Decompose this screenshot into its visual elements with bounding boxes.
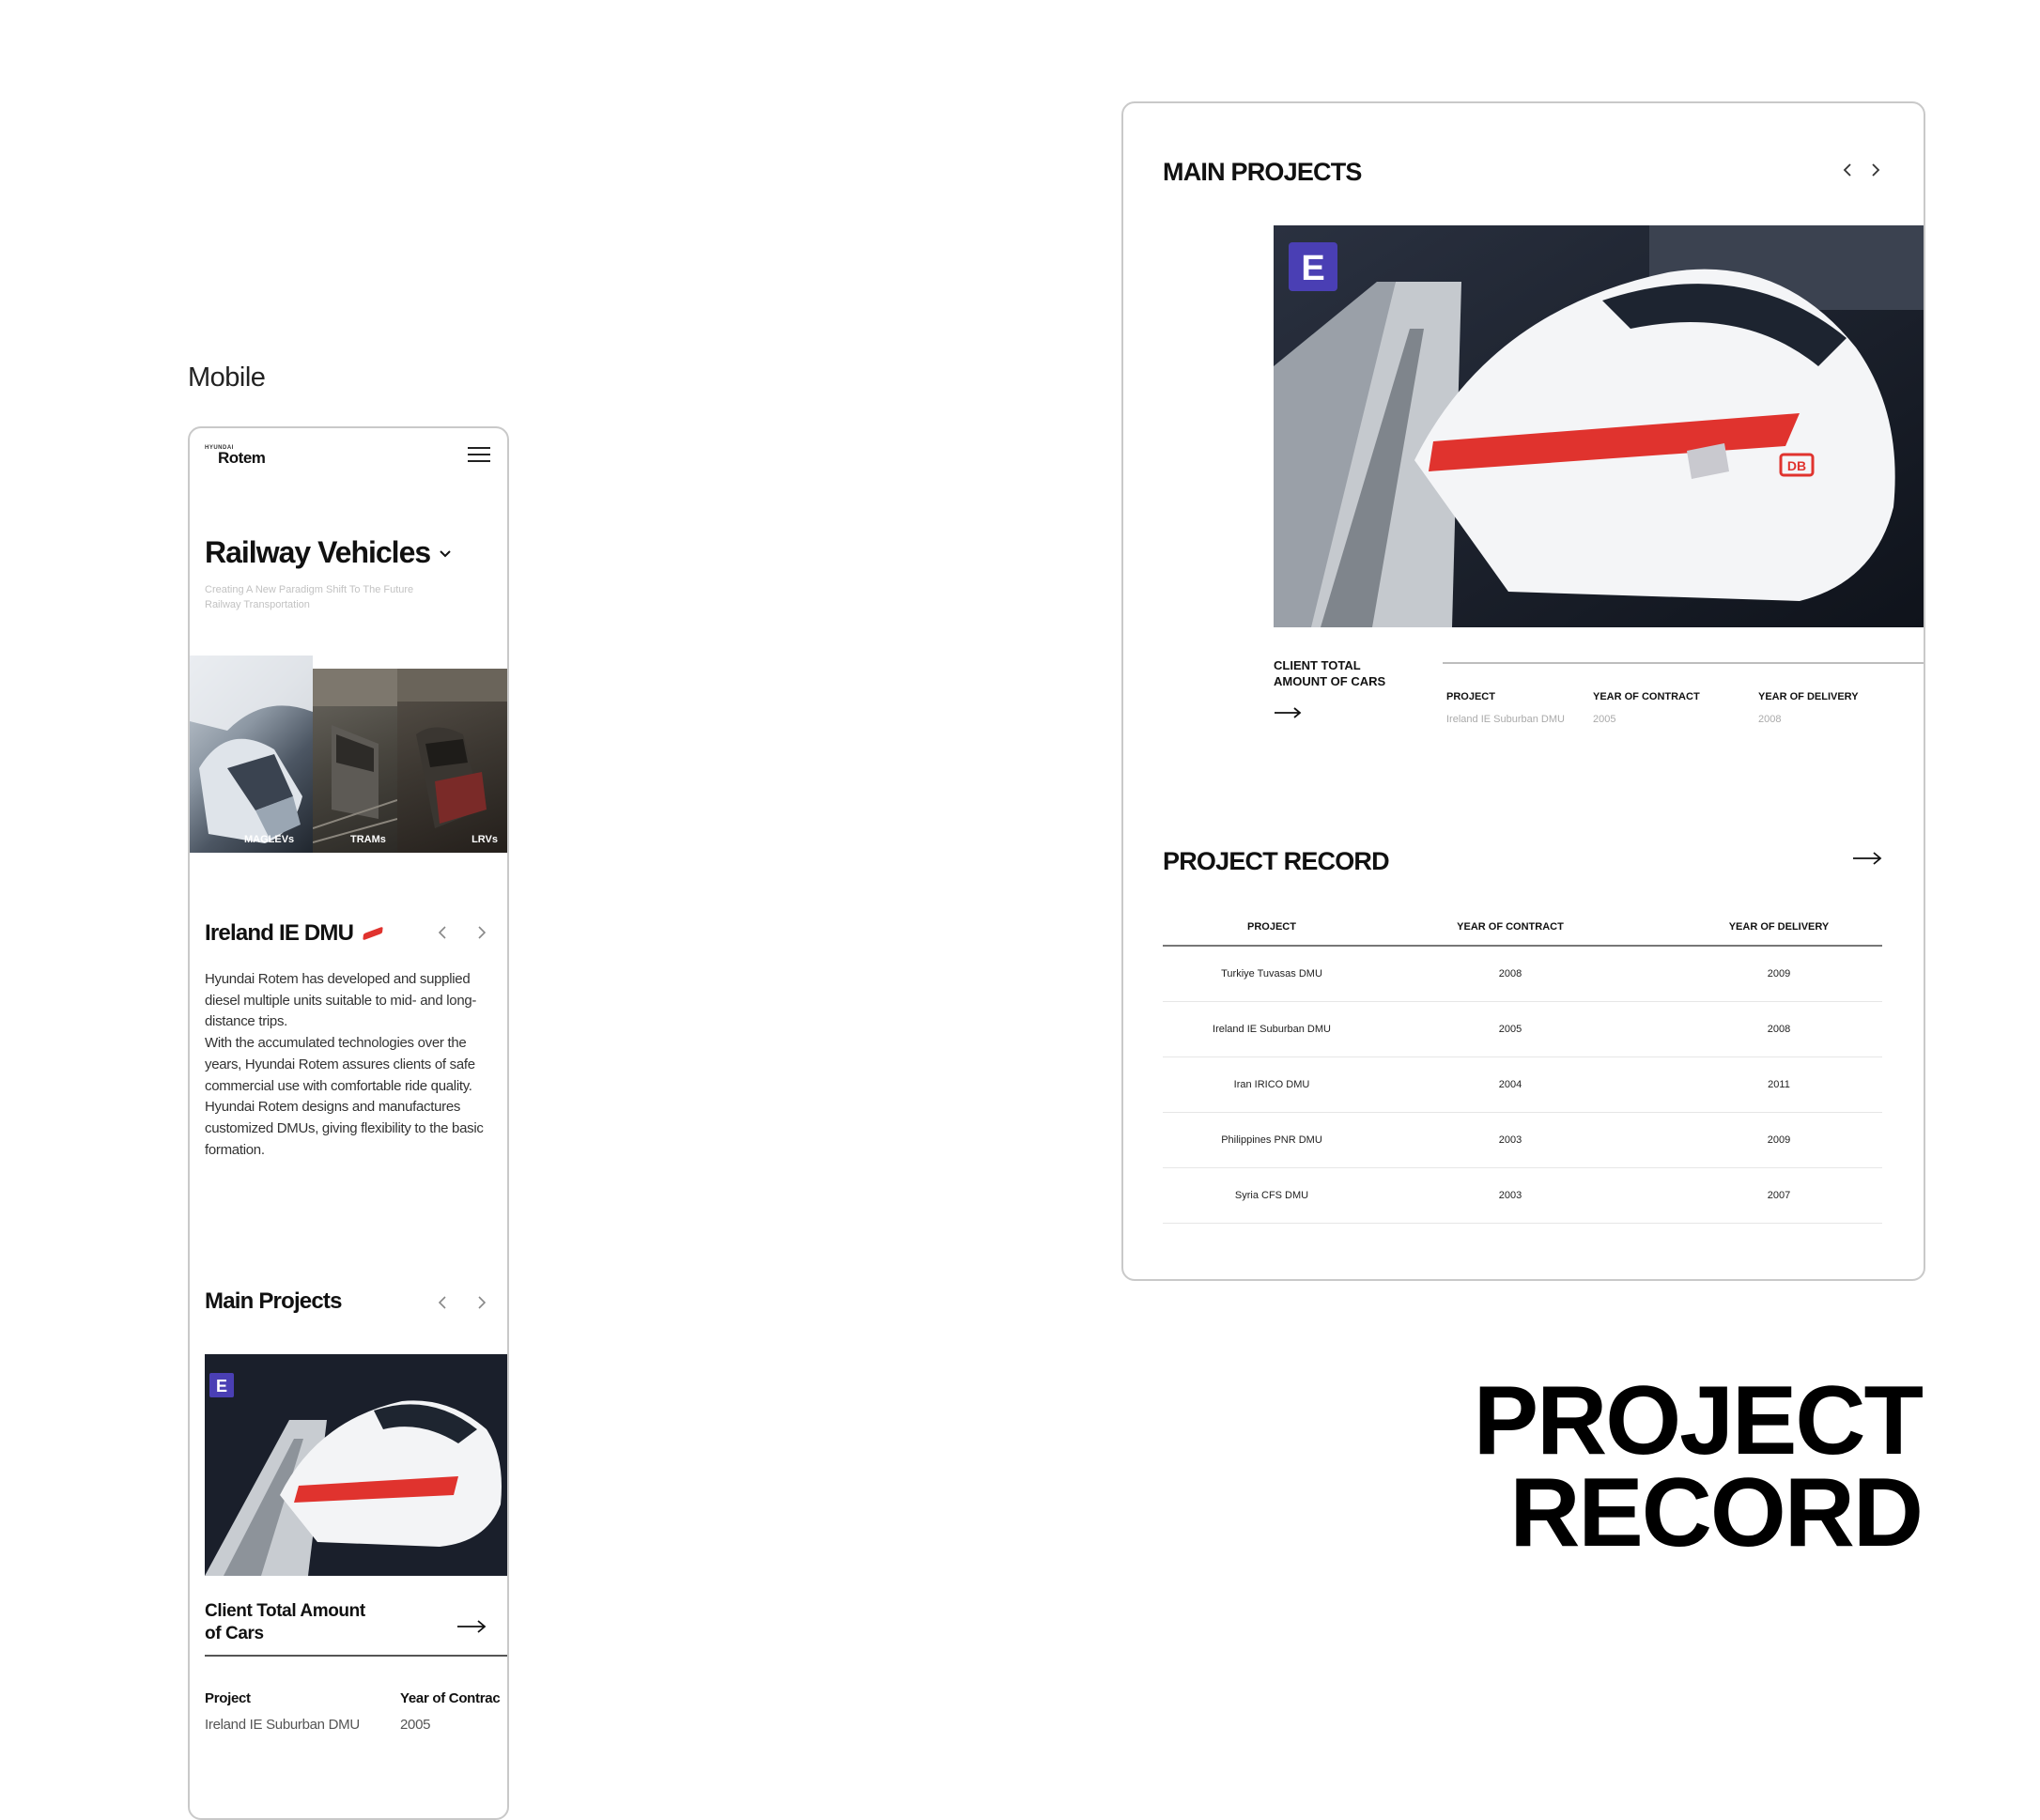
maglev-image	[190, 656, 313, 843]
category-label: LRVs	[471, 834, 498, 845]
table-row[interactable]: Turkiye Tuvasas DMU 2008 2009	[1163, 947, 1882, 1002]
desktop-frame: MAIN PROJECTS DB E CLIENT TOTAL AMOUNT O…	[1121, 101, 1925, 1281]
menu-icon[interactable]	[468, 447, 490, 466]
chevron-left-icon[interactable]	[432, 922, 453, 943]
column-header-project: Project	[205, 1690, 251, 1706]
cell-project: Ireland IE Suburban DMU	[205, 1717, 360, 1733]
platform-sign: E	[216, 1377, 227, 1396]
train-image: E	[205, 1354, 507, 1576]
column-header-project: PROJECT	[1446, 691, 1495, 702]
lrv-image	[397, 669, 507, 828]
table-row[interactable]: Philippines PNR DMU 2003 2009	[1163, 1113, 1882, 1168]
category-label: TRAMs	[350, 834, 386, 845]
cell-year-contract: 2005	[400, 1717, 431, 1733]
category-tram[interactable]: TRAMs	[313, 669, 397, 853]
cell-year-delivery: 2007	[1767, 1190, 1791, 1201]
page-subtitle: Creating A New Paradigm Shift To The Fut…	[205, 584, 414, 610]
chevron-right-icon[interactable]	[471, 922, 492, 943]
db-logo: DB	[1787, 458, 1806, 473]
divider	[205, 1655, 507, 1657]
client-label: Client Total Amount of Cars	[205, 1601, 365, 1643]
arrow-right-icon[interactable]	[1274, 706, 1302, 719]
tram-image	[313, 669, 397, 843]
main-projects-title: MAIN PROJECTS	[1163, 158, 1362, 186]
column-header-year-delivery: YEAR OF DELIVERY	[1758, 691, 1859, 702]
project-photo[interactable]: DB E	[1274, 225, 1924, 627]
project-photo[interactable]: E	[205, 1354, 507, 1576]
chevron-down-icon[interactable]	[438, 547, 453, 562]
mobile-frame: HYUNDAI Rotem Railway Vehicles Creating …	[188, 426, 509, 1820]
cell-project: Turkiye Tuvasas DMU	[1221, 968, 1322, 979]
feature-description: Hyundai Rotem has developed and supplied…	[205, 969, 498, 1161]
cell-year-delivery: 2011	[1768, 1079, 1790, 1090]
cell-year-delivery: 2009	[1767, 1134, 1791, 1146]
cell-project: Ireland IE Suburban DMU	[1446, 714, 1565, 725]
cell-year-delivery: 2008	[1767, 1024, 1791, 1035]
client-label-text: CLIENT TOTAL AMOUNT OF CARS	[1274, 658, 1386, 688]
logo[interactable]: HYUNDAI Rotem	[205, 445, 270, 470]
cell-project: Philippines PNR DMU	[1221, 1134, 1322, 1146]
main-projects-title: Main Projects	[205, 1288, 342, 1314]
cell-year-contract: 2008	[1498, 968, 1522, 979]
mobile-caption: Mobile	[188, 362, 266, 393]
project-record-title: PROJECT RECORD	[1163, 847, 1390, 875]
logo-big: Rotem	[218, 449, 266, 467]
feature-paragraph-1: Hyundai Rotem has developed and supplied…	[205, 971, 477, 1030]
chevron-right-icon[interactable]	[471, 1292, 492, 1313]
cell-year-delivery: 2009	[1767, 968, 1791, 979]
table-row[interactable]: Syria CFS DMU 2003 2007	[1163, 1168, 1882, 1224]
cell-project: Ireland IE Suburban DMU	[1213, 1024, 1331, 1035]
train-image: DB E	[1274, 225, 1924, 627]
column-header-year-contract: YEAR OF CONTRACT	[1457, 921, 1564, 933]
cell-year-delivery: 2008	[1758, 714, 1782, 725]
project-record-table: PROJECT YEAR OF CONTRACT YEAR OF DELIVER…	[1163, 909, 1882, 1224]
cell-year-contract: 2004	[1498, 1079, 1522, 1090]
category-lrv[interactable]: LRVs	[397, 669, 507, 853]
cell-year-contract: 2003	[1498, 1134, 1522, 1146]
column-header-project: PROJECT	[1247, 921, 1296, 933]
chevron-left-icon[interactable]	[1837, 160, 1858, 180]
section-title: PROJECT RECORD	[1473, 1366, 1924, 1567]
section-title-line-2: RECORD	[1509, 1458, 1924, 1567]
arrow-right-icon[interactable]	[1852, 851, 1882, 866]
cell-year-contract: 2005	[1498, 1024, 1522, 1035]
cell-project: Iran IRICO DMU	[1233, 1079, 1310, 1090]
column-header-year-contract: Year of Contrac	[400, 1690, 501, 1706]
divider	[1443, 662, 1924, 664]
section-title-line-1: PROJECT	[1473, 1366, 1924, 1475]
chevron-right-icon[interactable]	[1865, 160, 1886, 180]
feature-paragraph-2: With the accumulated technologies over t…	[205, 1035, 484, 1158]
category-maglev[interactable]: MAGLEVs	[190, 656, 313, 853]
arrow-right-icon[interactable]	[456, 1619, 487, 1634]
accent-mark	[363, 926, 383, 941]
client-label: CLIENT TOTAL AMOUNT OF CARS	[1274, 657, 1396, 689]
platform-sign: E	[1301, 249, 1324, 288]
cell-year-contract: 2005	[1593, 714, 1616, 725]
table-row[interactable]: Iran IRICO DMU 2004 2011	[1163, 1057, 1882, 1113]
chevron-left-icon[interactable]	[432, 1292, 453, 1313]
category-label: MAGLEVs	[244, 834, 295, 845]
cell-year-contract: 2003	[1498, 1190, 1522, 1201]
table-row[interactable]: Ireland IE Suburban DMU 2005 2008	[1163, 1002, 1882, 1057]
feature-title: Ireland IE DMU	[205, 920, 354, 946]
cell-project: Syria CFS DMU	[1234, 1190, 1309, 1201]
page-title[interactable]: Railway Vehicles	[205, 535, 431, 570]
table-header: PROJECT YEAR OF CONTRACT YEAR OF DELIVER…	[1163, 909, 1882, 947]
column-header-year-delivery: YEAR OF DELIVERY	[1728, 921, 1830, 933]
column-header-year-contract: YEAR OF CONTRACT	[1593, 691, 1700, 702]
